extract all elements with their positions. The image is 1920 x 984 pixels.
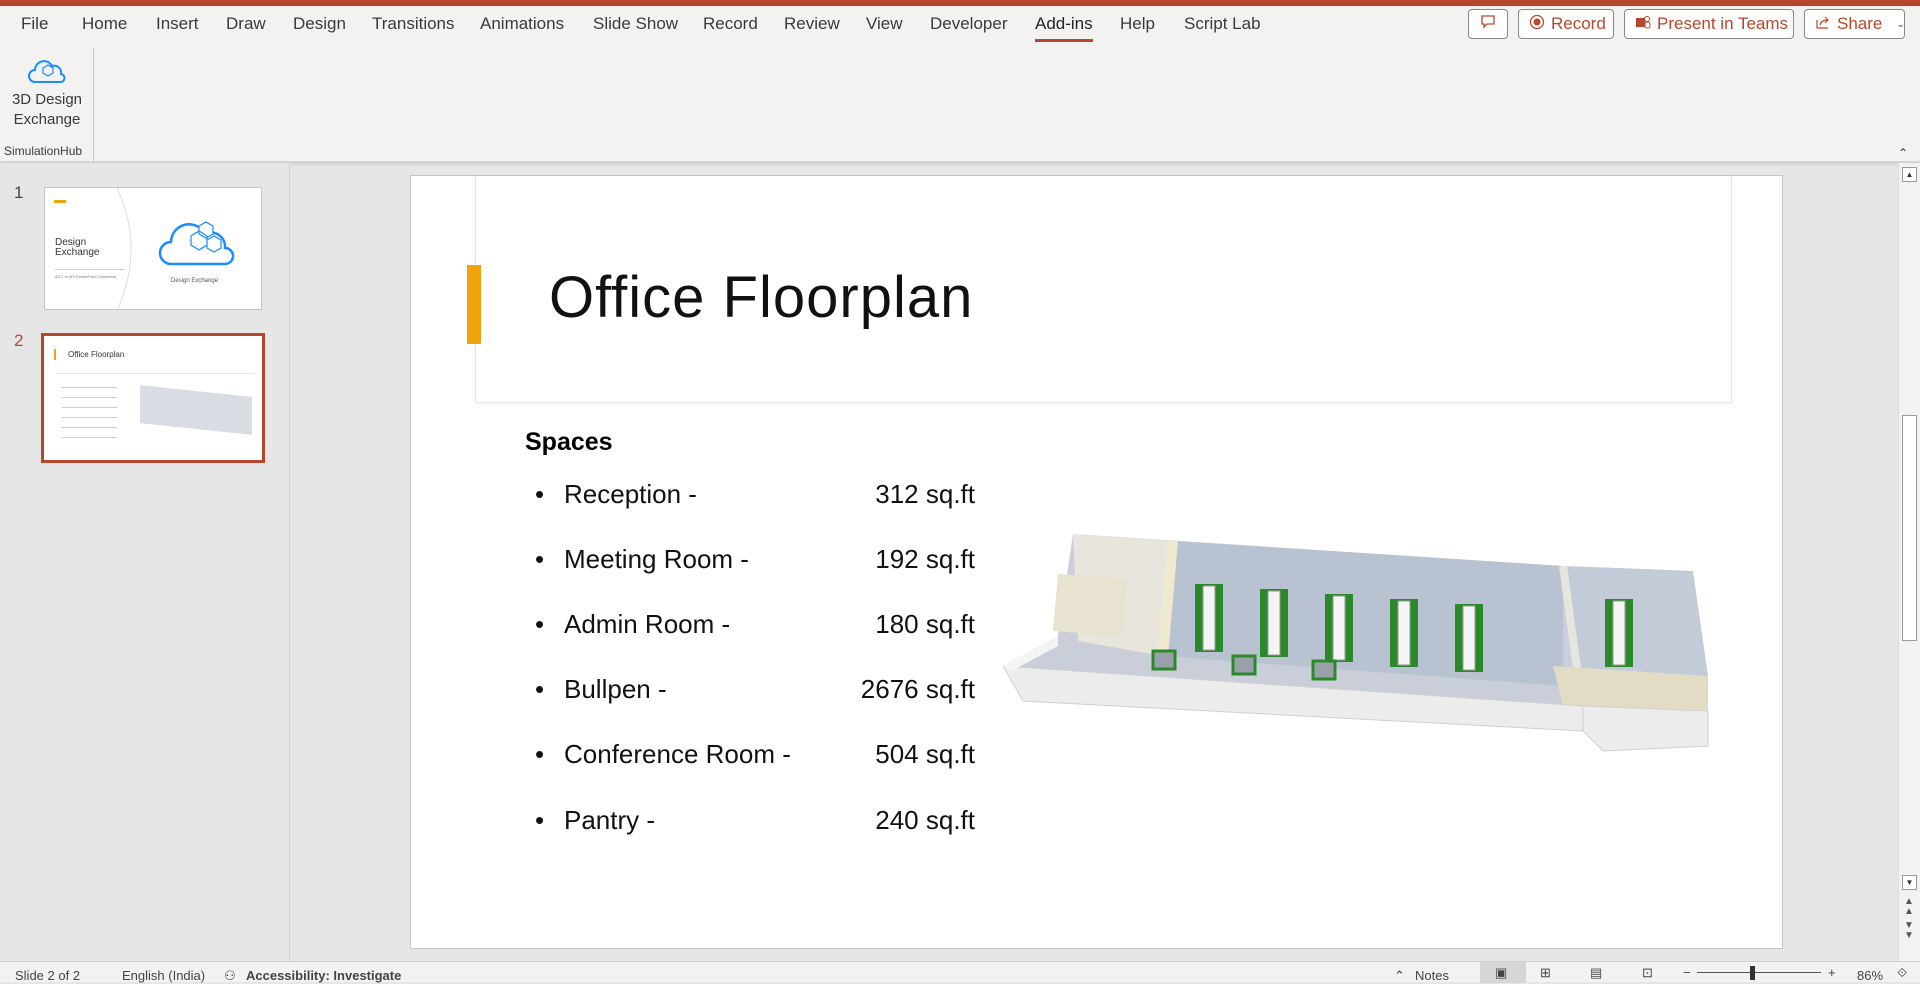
slide-show-icon[interactable]: ⊡ bbox=[1642, 965, 1653, 981]
scroll-down-arrow[interactable]: ▼ bbox=[1902, 875, 1917, 890]
zoom-in-button[interactable]: + bbox=[1828, 965, 1836, 980]
tab-slide-show[interactable]: Slide Show bbox=[593, 14, 678, 34]
slide-title[interactable]: Office Floorplan bbox=[549, 264, 973, 331]
space-name: Meeting Room - bbox=[564, 544, 749, 574]
tab-record[interactable]: Record bbox=[703, 14, 758, 34]
tab-design[interactable]: Design bbox=[293, 14, 346, 34]
comments-button[interactable] bbox=[1468, 9, 1508, 39]
record-icon bbox=[1529, 14, 1545, 35]
tab-file[interactable]: File bbox=[21, 14, 48, 34]
space-area: 180 sq.ft bbox=[875, 609, 975, 639]
conference-table bbox=[1332, 595, 1346, 661]
conference-table bbox=[1267, 590, 1281, 656]
list-item: • Pantry -240 sq.ft bbox=[535, 805, 975, 835]
normal-view-icon: ▣ bbox=[1495, 965, 1508, 980]
space-name: Reception - bbox=[564, 479, 697, 509]
tab-home[interactable]: Home bbox=[82, 14, 127, 34]
list-item: • Meeting Room -192 sq.ft bbox=[535, 544, 975, 574]
cloud-cubes-icon bbox=[6, 54, 88, 90]
vertical-scrollbar[interactable]: ▲ ▼ ▲ ▲ ▼ ▼ bbox=[1898, 163, 1920, 961]
conference-table bbox=[1612, 600, 1626, 666]
present-label: Present in Teams bbox=[1657, 14, 1789, 33]
thumb-subtitle: ACC to MS PowerPoint Connector bbox=[55, 274, 117, 279]
tab-animations[interactable]: Animations bbox=[480, 14, 564, 34]
scroll-up-arrow[interactable]: ▲ bbox=[1902, 167, 1917, 182]
conference-table bbox=[1397, 600, 1411, 666]
slide-counter: Slide 2 of 2 bbox=[15, 968, 81, 983]
previous-slide-icon[interactable]: ▲ ▲ bbox=[1904, 897, 1914, 917]
share-label: Share bbox=[1837, 14, 1883, 33]
tab-help[interactable]: Help bbox=[1120, 14, 1155, 34]
tab-transitions[interactable]: Transitions bbox=[372, 14, 455, 34]
tab-draw[interactable]: Draw bbox=[226, 14, 266, 34]
slide-canvas[interactable]: Office Floorplan Spaces • Reception -312 … bbox=[410, 175, 1783, 949]
3d-design-exchange-button[interactable]: 3D Design Exchange bbox=[6, 54, 88, 130]
slide-number: 1 bbox=[14, 183, 24, 202]
tab-script-lab[interactable]: Script Lab bbox=[1184, 14, 1261, 34]
thumb-title: Office Floorplan bbox=[68, 350, 125, 359]
space-name: Conference Room - bbox=[564, 739, 791, 769]
tab-review[interactable]: Review bbox=[784, 14, 840, 34]
fit-to-window-icon[interactable]: ⟐ bbox=[1897, 965, 1907, 981]
zoom-level[interactable]: 86% bbox=[1857, 968, 1883, 983]
comment-icon bbox=[1480, 14, 1496, 35]
share-icon bbox=[1815, 14, 1831, 35]
space-area: 504 sq.ft bbox=[875, 739, 975, 769]
slide-number: 2 bbox=[14, 331, 24, 350]
button-label-line2: Exchange bbox=[13, 111, 81, 128]
chevron-down-icon[interactable]: ⌄ bbox=[1896, 19, 1904, 30]
ribbon: File Home Insert Draw Design Transitions… bbox=[0, 6, 1920, 163]
share-button[interactable]: Share ⌄ bbox=[1804, 9, 1905, 39]
zoom-slider[interactable] bbox=[1697, 972, 1821, 973]
collapse-ribbon-icon[interactable]: ⌃ bbox=[1898, 146, 1908, 160]
reading-view-icon[interactable]: ▤ bbox=[1590, 965, 1602, 981]
record-button[interactable]: Record bbox=[1518, 9, 1614, 39]
zoom-slider-thumb[interactable] bbox=[1750, 966, 1755, 980]
tab-view[interactable]: View bbox=[866, 14, 903, 34]
button-label-line1: 3D Design bbox=[11, 91, 83, 108]
teams-icon bbox=[1635, 14, 1651, 35]
next-slide-icon[interactable]: ▼ ▼ bbox=[1904, 921, 1914, 941]
space-area: 192 sq.ft bbox=[875, 544, 975, 574]
space-name: Bullpen - bbox=[564, 674, 667, 704]
space-area: 312 sq.ft bbox=[875, 479, 975, 509]
list-item: • Admin Room -180 sq.ft bbox=[535, 609, 975, 639]
group-label: SimulationHub bbox=[4, 144, 83, 158]
slide-thumbnail-1[interactable]: Design Exchange ACC to MS PowerPoint Conn… bbox=[44, 187, 262, 310]
cloud-cubes-icon bbox=[157, 218, 242, 273]
zoom-out-button[interactable]: − bbox=[1683, 965, 1691, 980]
desk bbox=[1231, 654, 1257, 676]
record-label: Record bbox=[1551, 14, 1606, 33]
desk bbox=[1151, 649, 1177, 671]
slide-sorter-icon[interactable]: ⊞ bbox=[1540, 965, 1551, 981]
list-item: • Bullpen -2676 sq.ft bbox=[535, 674, 975, 704]
scrollbar-thumb[interactable] bbox=[1902, 415, 1917, 641]
slide-thumbnail-2[interactable]: Office Floorplan bbox=[41, 333, 265, 463]
present-in-teams-button[interactable]: Present in Teams bbox=[1624, 9, 1794, 39]
title-accent-bar bbox=[467, 265, 481, 344]
accessibility-status[interactable]: Accessibility: Investigate bbox=[246, 968, 401, 983]
thumb-logo-caption: Design Exchange bbox=[171, 278, 219, 284]
space-name: Pantry - bbox=[564, 805, 656, 835]
slide-thumbnail-pane: 1 Design Exchange ACC to MS PowerPoint Co… bbox=[0, 163, 290, 961]
notes-button[interactable]: Notes bbox=[1415, 968, 1449, 983]
floorplan-3d-image[interactable] bbox=[1003, 526, 1715, 766]
conference-table bbox=[1462, 605, 1476, 671]
space-area: 2676 sq.ft bbox=[860, 674, 975, 704]
tab-developer[interactable]: Developer bbox=[930, 14, 1008, 34]
language-indicator[interactable]: English (India) bbox=[122, 968, 205, 983]
list-item: • Reception -312 sq.ft bbox=[535, 479, 975, 509]
conference-table bbox=[1202, 585, 1216, 651]
spaces-heading: Spaces bbox=[525, 428, 613, 456]
status-bar: Slide 2 of 2 English (India) ⚇ Accessibi… bbox=[0, 961, 1920, 983]
group-separator bbox=[93, 48, 94, 163]
desk bbox=[1311, 659, 1337, 681]
list-item: • Conference Room -504 sq.ft bbox=[535, 739, 975, 769]
space-name: Admin Room - bbox=[564, 609, 731, 639]
tab-insert[interactable]: Insert bbox=[156, 14, 199, 34]
tab-add-ins[interactable]: Add-ins bbox=[1035, 14, 1093, 42]
space-area: 240 sq.ft bbox=[875, 805, 975, 835]
thumb-title-line2: Exchange bbox=[55, 247, 100, 258]
